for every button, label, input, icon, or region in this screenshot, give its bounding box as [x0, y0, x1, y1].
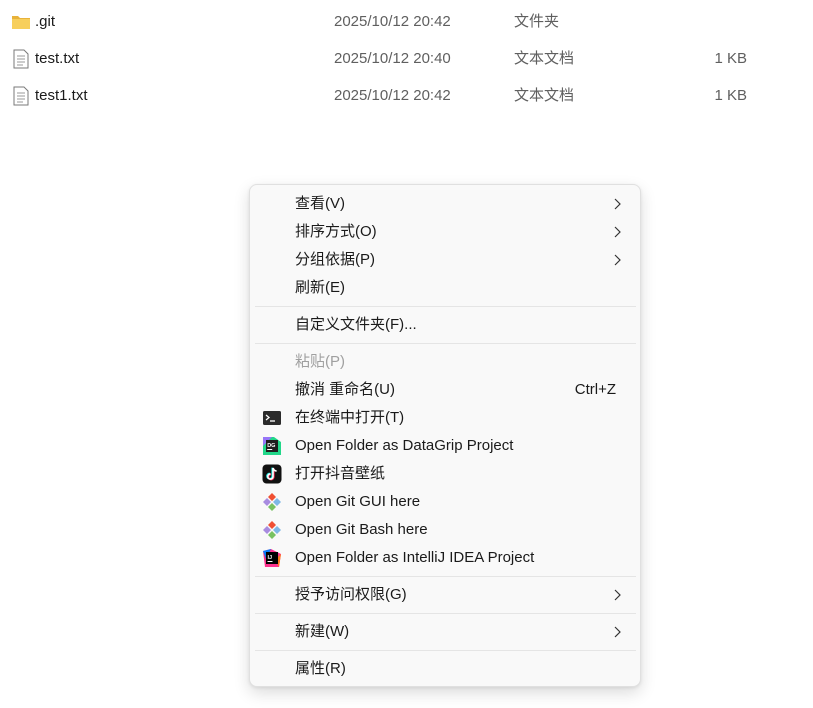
menu-separator: [255, 576, 636, 577]
menu-item-intellij[interactable]: IJ Open Folder as IntelliJ IDEA Project: [254, 544, 636, 572]
menu-separator: [255, 306, 636, 307]
menu-separator: [255, 343, 636, 344]
file-list: .git 2025/10/12 20:42 文件夹 test.txt 2025/…: [0, 0, 813, 130]
chevron-right-icon: [614, 626, 621, 638]
menu-item-label: Open Git Bash here: [295, 521, 428, 538]
git-icon: [263, 521, 281, 539]
menu-item-label: 刷新(E): [295, 279, 345, 296]
text-file-icon: [13, 49, 29, 69]
folder-icon: [12, 16, 30, 29]
menu-item-new[interactable]: 新建(W): [254, 618, 636, 646]
menu-item-label: 自定义文件夹(F)...: [295, 316, 417, 333]
file-name: test.txt: [35, 50, 80, 67]
menu-item-label: 粘贴(P): [295, 353, 345, 370]
file-date: 2025/10/12 20:42: [334, 13, 451, 30]
intellij-icon: IJ: [263, 549, 281, 567]
menu-item-git-gui[interactable]: Open Git GUI here: [254, 488, 636, 516]
menu-item-git-bash[interactable]: Open Git Bash here: [254, 516, 636, 544]
file-name: .git: [35, 13, 56, 30]
file-row[interactable]: test.txt 2025/10/12 20:40 文本文档 1 KB: [0, 42, 813, 76]
menu-item-open-terminal[interactable]: 在终端中打开(T): [254, 404, 636, 432]
svg-text:DG: DG: [267, 443, 275, 449]
menu-item-douyin-wallpaper[interactable]: 打开抖音壁纸: [254, 460, 636, 488]
text-file-icon: [13, 86, 29, 106]
svg-text:IJ: IJ: [268, 555, 273, 561]
menu-item-label: 打开抖音壁纸: [295, 465, 386, 482]
menu-item-label: 在终端中打开(T): [295, 409, 405, 426]
shortcut-label: Ctrl+Z: [574, 381, 616, 398]
menu-item-view[interactable]: 查看(V): [254, 190, 636, 218]
menu-item-label: Open Folder as IntelliJ IDEA Project: [295, 549, 535, 566]
menu-item-group[interactable]: 分组依据(P): [254, 246, 636, 274]
menu-item-customize-folder[interactable]: 自定义文件夹(F)...: [254, 311, 636, 339]
menu-item-datagrip[interactable]: DG Open Folder as DataGrip Project: [254, 432, 636, 460]
file-type: 文件夹: [514, 13, 560, 30]
menu-item-label: 新建(W): [295, 623, 350, 640]
menu-item-refresh[interactable]: 刷新(E): [254, 274, 636, 302]
chevron-right-icon: [614, 226, 621, 238]
menu-item-label: Open Folder as DataGrip Project: [295, 437, 514, 454]
file-row[interactable]: .git 2025/10/12 20:42 文件夹: [0, 5, 813, 39]
context-menu: 查看(V) 排序方式(O) 分组依据(P) 刷新(E) 自定义文件夹(F)...…: [249, 184, 641, 687]
menu-item-label: Open Git GUI here: [295, 493, 421, 510]
file-name: test1.txt: [35, 87, 88, 104]
menu-item-properties[interactable]: 属性(R): [254, 655, 636, 683]
menu-item-sort[interactable]: 排序方式(O): [254, 218, 636, 246]
menu-item-label: 分组依据(P): [295, 251, 375, 268]
file-date: 2025/10/12 20:42: [334, 87, 451, 104]
menu-item-undo-rename[interactable]: 撤消 重命名(U) Ctrl+Z: [254, 376, 636, 404]
menu-separator: [255, 613, 636, 614]
file-row[interactable]: test1.txt 2025/10/12 20:42 文本文档 1 KB: [0, 79, 813, 113]
menu-item-label: 查看(V): [295, 195, 345, 212]
menu-item-label: 授予访问权限(G): [295, 586, 407, 603]
file-size: 1 KB: [714, 87, 747, 104]
git-icon: [263, 493, 281, 511]
menu-item-paste: 粘贴(P): [254, 348, 636, 376]
chevron-right-icon: [614, 254, 621, 266]
terminal-icon: [263, 411, 281, 425]
douyin-icon: [262, 464, 282, 484]
chevron-right-icon: [614, 198, 621, 210]
menu-item-label: 属性(R): [295, 660, 346, 677]
file-type: 文本文档: [514, 50, 575, 67]
menu-item-grant-access[interactable]: 授予访问权限(G): [254, 581, 636, 609]
datagrip-icon: DG: [263, 437, 281, 455]
chevron-right-icon: [614, 589, 621, 601]
menu-item-label: 撤消 重命名(U): [295, 381, 395, 398]
file-size: 1 KB: [714, 50, 747, 67]
file-type: 文本文档: [514, 87, 575, 104]
menu-separator: [255, 650, 636, 651]
file-date: 2025/10/12 20:40: [334, 50, 451, 67]
menu-item-label: 排序方式(O): [295, 223, 377, 240]
